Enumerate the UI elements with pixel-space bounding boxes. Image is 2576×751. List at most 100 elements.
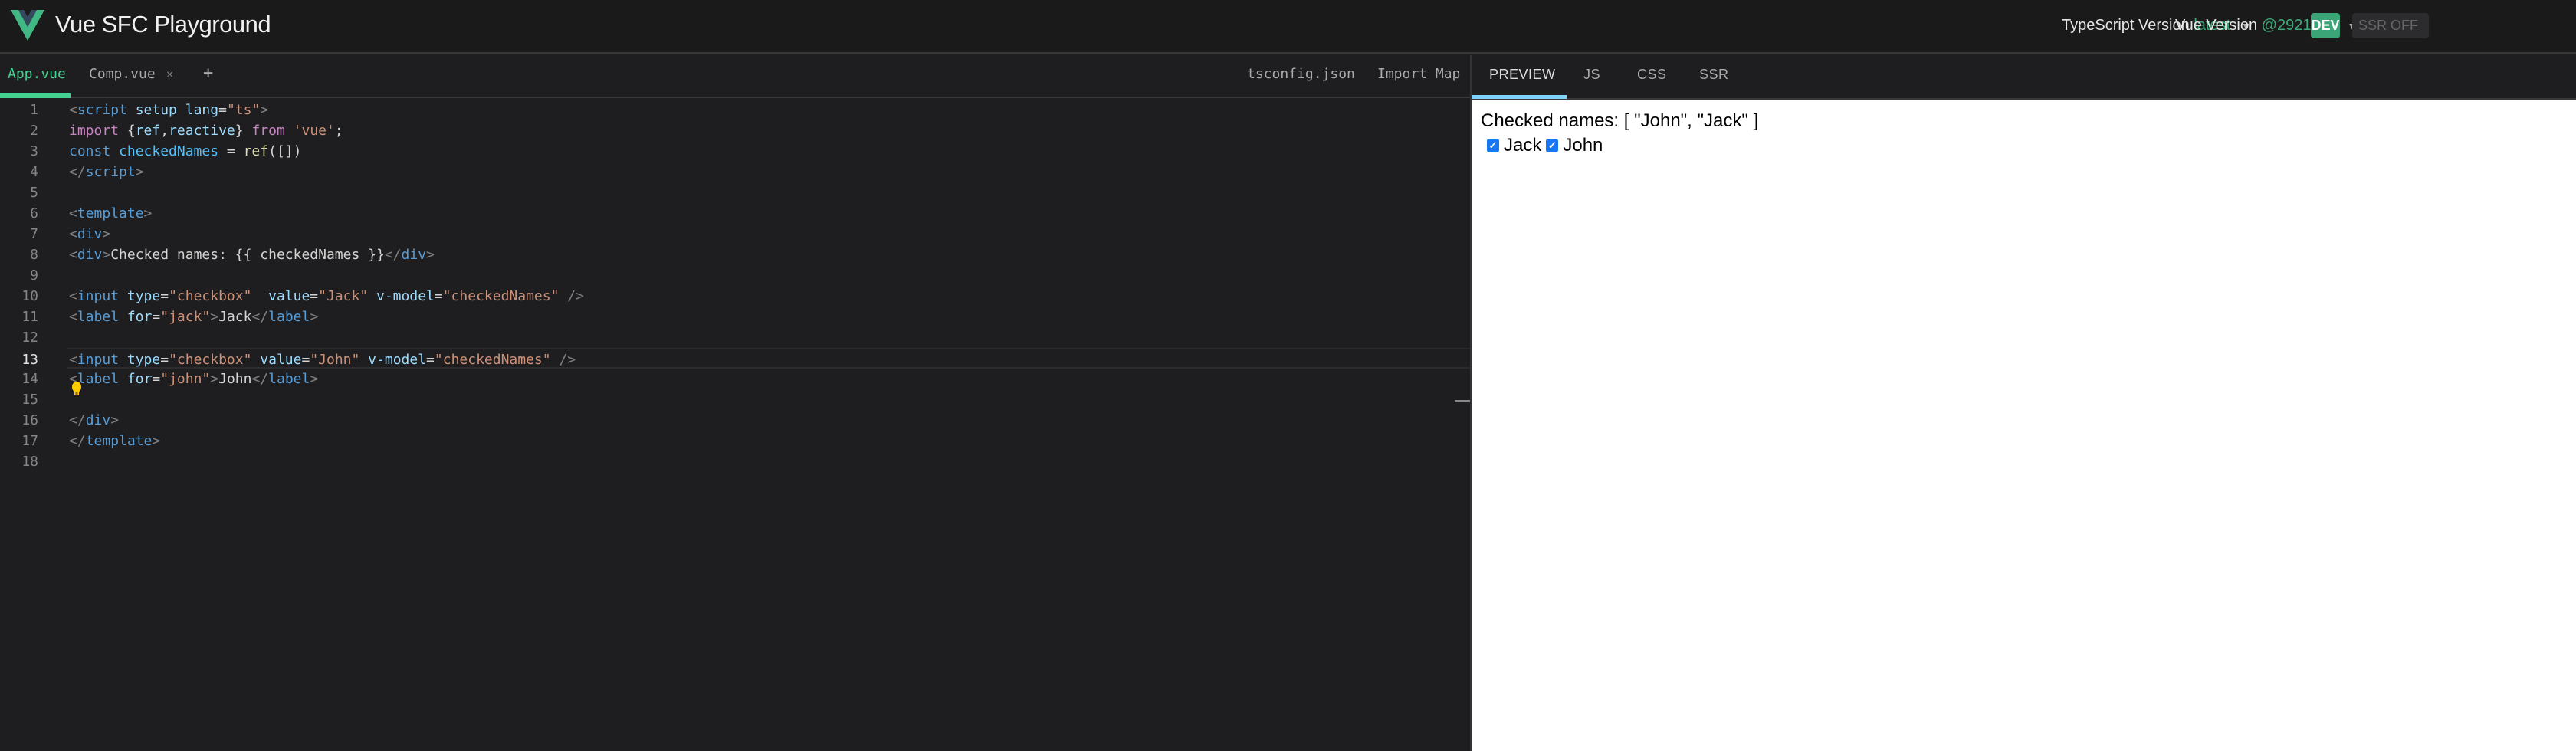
code-token: template xyxy=(77,205,144,221)
code-token: John xyxy=(218,371,252,387)
tab-ssr[interactable]: SSR xyxy=(1699,67,1729,83)
tab-tsconfig[interactable]: tsconfig.json xyxy=(1247,66,1355,82)
code-token: for xyxy=(119,371,153,387)
code-line[interactable]: 3 const checkedNames = ref([]) xyxy=(0,141,1456,162)
code-token: = xyxy=(434,288,443,304)
code-line[interactable]: 15 xyxy=(0,389,1456,410)
code-line[interactable]: 6 <template> xyxy=(0,203,1456,224)
code-token: } xyxy=(235,123,252,139)
code-editor-pane: App.vue Comp.vue × + tsconfig.json Import… xyxy=(0,55,1472,751)
vue-logo-icon xyxy=(11,10,44,41)
code-text: </div> xyxy=(69,410,119,431)
code-token: label xyxy=(77,309,120,325)
code-line[interactable]: 2 import {ref,reactive} from 'vue'; xyxy=(0,120,1456,141)
code-token: < xyxy=(69,205,77,221)
code-token: < xyxy=(69,226,77,242)
code-area[interactable]: 1 <script setup lang="ts"> 2 import {ref,re… xyxy=(0,100,1472,751)
code-token: > xyxy=(102,247,111,263)
code-token: "Jack" xyxy=(318,288,369,304)
code-line[interactable]: 8 <div>Checked names: {{ checkedNames }}<… xyxy=(0,244,1456,265)
line-number: 13 xyxy=(21,352,38,368)
jack-checkbox[interactable]: ✓ xyxy=(1487,139,1499,152)
line-number: 7 xyxy=(30,226,38,242)
code-token: from xyxy=(251,123,285,139)
tab-js[interactable]: JS xyxy=(1583,67,1600,83)
tab-comp-vue[interactable]: Comp.vue × xyxy=(89,66,173,82)
john-label: John xyxy=(1563,135,1603,156)
code-line[interactable]: 13 <input type="checkbox" value="John" v-… xyxy=(21,348,1472,369)
code-token: v-model xyxy=(359,352,427,368)
tab-preview[interactable]: PREVIEW xyxy=(1489,67,1556,83)
code-token: < xyxy=(69,288,77,304)
code-token: "John" xyxy=(310,352,360,368)
code-token: < xyxy=(69,247,77,263)
code-text: import {ref,reactive} from 'vue'; xyxy=(69,120,343,141)
code-token: "checkbox" xyxy=(169,288,252,304)
tab-app-vue[interactable]: App.vue xyxy=(8,66,66,82)
lightbulb-icon[interactable] xyxy=(71,382,82,397)
line-number: 2 xyxy=(30,123,38,139)
code-token: > xyxy=(135,164,144,180)
close-icon[interactable]: × xyxy=(166,67,174,81)
code-token: div xyxy=(77,226,103,242)
code-token: , xyxy=(160,123,169,139)
code-token: = xyxy=(218,143,244,159)
code-token: "checkedNames" xyxy=(434,352,551,368)
app-header: Vue SFC Playground TypeScript Version la… xyxy=(0,0,2576,54)
code-token: > xyxy=(310,371,319,387)
code-token: > xyxy=(110,412,120,428)
code-token: import xyxy=(69,123,120,139)
line-number: 9 xyxy=(30,267,38,284)
code-line[interactable]: 16 </div> xyxy=(0,410,1456,431)
code-line[interactable]: 9 xyxy=(0,265,1456,286)
code-line[interactable]: 1 <script setup lang="ts"> xyxy=(0,100,1456,120)
code-token: script xyxy=(77,102,127,118)
code-text: <div>Checked names: {{ checkedNames }}</… xyxy=(69,244,435,265)
code-token: const xyxy=(69,143,111,159)
code-token: </ xyxy=(69,164,86,180)
code-token: for xyxy=(119,309,153,325)
code-text: <label for="john">John</label> xyxy=(69,369,318,389)
code-line[interactable]: 14 <label for="john">John</label> xyxy=(0,369,1456,389)
code-line[interactable]: 17 </template> xyxy=(0,431,1456,451)
john-checkbox[interactable]: ✓ xyxy=(1546,139,1559,152)
code-token: value xyxy=(251,352,302,368)
code-token: </ xyxy=(69,412,86,428)
code-token: label xyxy=(268,371,310,387)
code-token: > xyxy=(102,226,111,242)
line-number: 17 xyxy=(21,433,38,449)
code-token: /> xyxy=(559,288,584,304)
code-token: > xyxy=(310,309,319,325)
code-line[interactable]: 5 xyxy=(0,182,1456,203)
line-number: 12 xyxy=(21,330,38,346)
vue-version-label: Vue Version xyxy=(2175,17,2258,34)
line-number: 16 xyxy=(21,412,38,428)
code-line[interactable]: 11 <label for="jack">Jack</label> xyxy=(0,307,1456,327)
code-token: label xyxy=(77,371,120,387)
jack-label: Jack xyxy=(1504,135,1542,156)
code-token: < xyxy=(69,309,77,325)
code-text: <script setup lang="ts"> xyxy=(69,100,268,120)
code-line[interactable]: 4 </script> xyxy=(0,162,1456,182)
code-token: type xyxy=(119,352,161,368)
preview-content: Checked names: [ "John", "Jack" ] ✓ Jack… xyxy=(1481,110,1758,156)
tab-import-map[interactable]: Import Map xyxy=(1377,66,1460,82)
code-token: > xyxy=(260,102,269,118)
line-number: 4 xyxy=(30,164,38,180)
checked-names-output: Checked names: [ "John", "Jack" ] xyxy=(1481,110,1759,131)
scrollbar-marker[interactable] xyxy=(1455,400,1470,402)
line-number: 1 xyxy=(30,102,38,118)
code-token: </ xyxy=(251,309,269,325)
code-token: reactive xyxy=(169,123,235,139)
ssr-toggle-button[interactable]: SSR OFF xyxy=(2352,13,2429,38)
code-token: </ xyxy=(69,433,86,449)
code-line[interactable]: 7 <div> xyxy=(0,224,1456,244)
code-line[interactable]: 12 xyxy=(0,327,1456,348)
code-token: template xyxy=(85,433,153,449)
code-line[interactable]: 10 <input type="checkbox" value="Jack" v-… xyxy=(0,286,1456,307)
add-file-button[interactable]: + xyxy=(203,64,213,83)
code-token: checkedNames xyxy=(110,143,219,159)
code-line[interactable]: 18 xyxy=(0,451,1456,472)
dev-toggle-button[interactable]: DEV xyxy=(2311,13,2340,38)
tab-css[interactable]: CSS xyxy=(1637,67,1667,83)
